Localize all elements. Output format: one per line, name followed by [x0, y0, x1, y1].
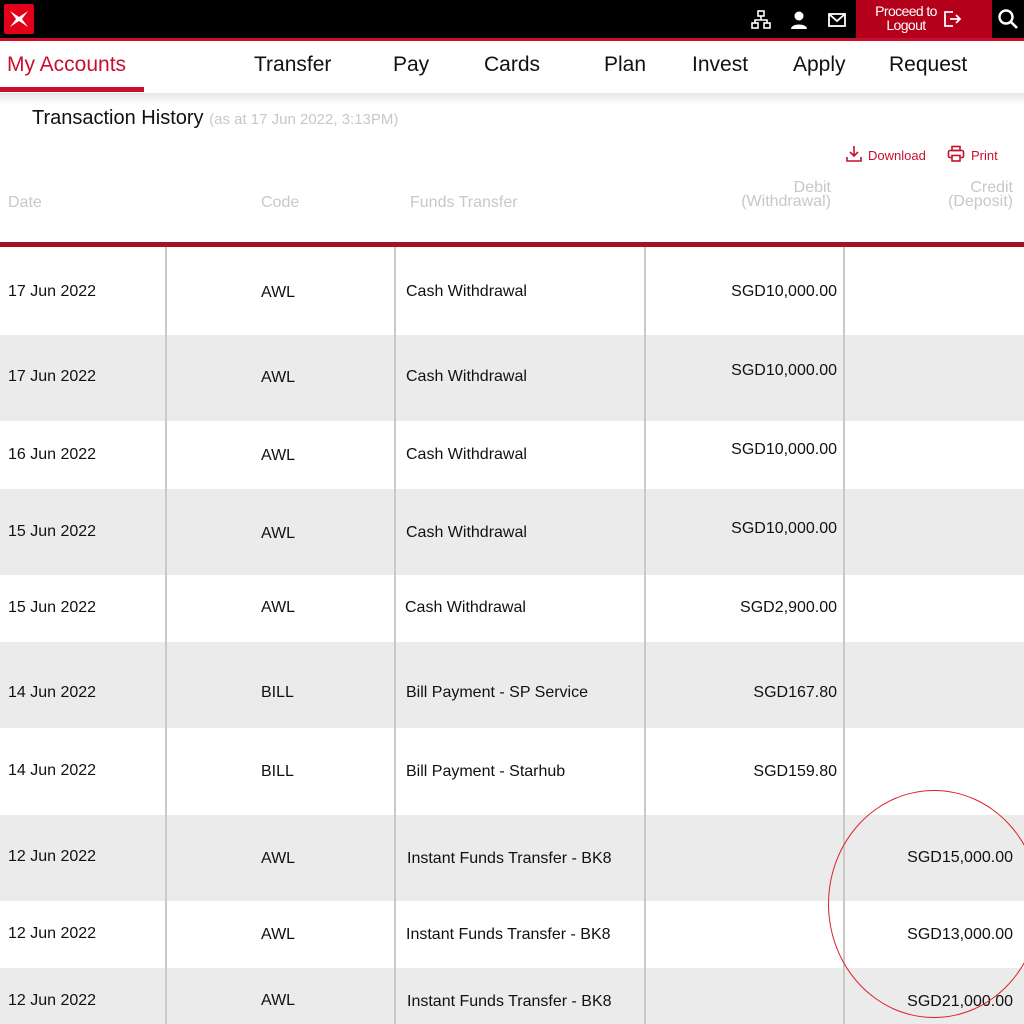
row-description: Instant Funds Transfer - BK8 — [407, 850, 612, 867]
logout-button[interactable]: Proceed to Logout — [856, 0, 992, 38]
table-row[interactable]: 14 Jun 2022 BILL Bill Payment - Starhub … — [0, 728, 1024, 815]
row-description: Cash Withdrawal — [406, 446, 527, 463]
row-description: Bill Payment - Starhub — [406, 763, 566, 780]
row-date: 12 Jun 2022 — [8, 925, 97, 942]
sitemap-icon[interactable] — [750, 9, 772, 31]
active-tab-indicator — [0, 87, 144, 92]
table-row[interactable]: 15 Jun 2022 AWL Cash Withdrawal SGD2,900… — [0, 575, 1024, 642]
row-description: Bill Payment - SP Service — [406, 684, 588, 701]
row-credit: SGD13,000.00 — [907, 926, 1013, 943]
table-row[interactable]: 15 Jun 2022 AWL Cash Withdrawal SGD10,00… — [0, 489, 1024, 575]
row-description: Instant Funds Transfer - BK8 — [406, 926, 611, 943]
row-description: Cash Withdrawal — [405, 599, 526, 616]
table-row[interactable]: 12 Jun 2022 AWL Instant Funds Transfer -… — [0, 968, 1024, 1024]
nav-transfer[interactable]: Transfer — [254, 53, 331, 77]
row-date: 12 Jun 2022 — [8, 992, 97, 1009]
row-code: BILL — [261, 684, 294, 701]
table-row[interactable]: 17 Jun 2022 AWL Cash Withdrawal SGD10,00… — [0, 247, 1024, 335]
row-description: Cash Withdrawal — [406, 524, 527, 541]
row-code: AWL — [261, 599, 296, 616]
row-code: AWL — [261, 992, 296, 1009]
logo-icon[interactable] — [4, 4, 34, 34]
col-header-debit-line2: (Withdrawal) — [741, 193, 831, 210]
search-icon — [998, 9, 1018, 29]
col-header-debit[interactable]: Debit (Withdrawal) — [741, 180, 831, 210]
table-row[interactable]: 16 Jun 2022 AWL Cash Withdrawal SGD10,00… — [0, 421, 1024, 489]
column-divider — [843, 247, 845, 1024]
nav-my-accounts[interactable]: My Accounts — [7, 53, 126, 77]
nav-shadow — [0, 93, 1024, 105]
row-credit: SGD21,000.00 — [907, 993, 1013, 1010]
col-header-credit-line2: (Deposit) — [948, 193, 1013, 210]
column-divider — [644, 247, 646, 1024]
nav-cards[interactable]: Cards — [484, 53, 540, 77]
print-button[interactable]: Print — [947, 145, 998, 163]
column-divider — [165, 247, 167, 1024]
row-description: Instant Funds Transfer - BK8 — [407, 993, 612, 1010]
row-date: 14 Jun 2022 — [8, 762, 97, 779]
mail-icon[interactable] — [826, 9, 848, 31]
col-header-code[interactable]: Code — [261, 195, 299, 211]
download-button[interactable]: Download — [846, 145, 926, 163]
table-row[interactable]: 17 Jun 2022 AWL Cash Withdrawal SGD10,00… — [0, 335, 1024, 421]
col-header-credit[interactable]: Credit (Deposit) — [948, 180, 1013, 210]
download-label: Download — [868, 148, 926, 163]
logout-icon — [942, 9, 962, 34]
nav-request[interactable]: Request — [889, 53, 967, 77]
row-debit: SGD2,900.00 — [740, 599, 837, 616]
row-code: AWL — [261, 284, 296, 301]
transactions-table: 17 Jun 2022 AWL Cash Withdrawal SGD10,00… — [0, 247, 1024, 1024]
row-code: BILL — [261, 763, 294, 780]
col-header-description[interactable]: Funds Transfer — [410, 195, 518, 211]
row-date: 16 Jun 2022 — [8, 446, 97, 463]
row-code: AWL — [261, 926, 296, 943]
row-code: AWL — [261, 369, 296, 386]
nav-plan[interactable]: Plan — [604, 53, 646, 77]
nav-pay[interactable]: Pay — [393, 53, 429, 77]
row-date: 12 Jun 2022 — [8, 848, 97, 865]
row-date: 15 Jun 2022 — [8, 599, 97, 616]
page-title-text: Transaction History — [32, 107, 204, 129]
search-button[interactable] — [992, 0, 1024, 38]
row-debit: SGD10,000.00 — [731, 520, 837, 537]
row-debit: SGD167.80 — [753, 684, 837, 701]
top-bar: Proceed to Logout — [0, 0, 1024, 38]
print-icon — [947, 145, 965, 162]
row-date: 17 Jun 2022 — [8, 368, 97, 385]
row-date: 17 Jun 2022 — [8, 283, 97, 300]
row-date: 14 Jun 2022 — [8, 684, 97, 701]
row-description: Cash Withdrawal — [406, 368, 527, 385]
user-icon[interactable] — [788, 9, 810, 31]
row-code: AWL — [261, 447, 296, 464]
nav-invest[interactable]: Invest — [692, 53, 748, 77]
logout-label: Proceed to Logout — [875, 3, 937, 33]
row-code: AWL — [261, 850, 296, 867]
row-debit: SGD10,000.00 — [731, 362, 837, 379]
page-title: Transaction History (as at 17 Jun 2022, … — [32, 107, 398, 130]
table-row[interactable]: 12 Jun 2022 AWL Instant Funds Transfer -… — [0, 901, 1024, 968]
row-date: 15 Jun 2022 — [8, 523, 97, 540]
table-row[interactable]: 14 Jun 2022 BILL Bill Payment - SP Servi… — [0, 642, 1024, 728]
download-icon — [846, 146, 862, 162]
row-debit: SGD10,000.00 — [731, 283, 837, 300]
print-label: Print — [971, 148, 998, 163]
nav-apply[interactable]: Apply — [793, 53, 846, 77]
row-debit: SGD159.80 — [753, 763, 837, 780]
table-row[interactable]: 12 Jun 2022 AWL Instant Funds Transfer -… — [0, 815, 1024, 901]
row-debit: SGD10,000.00 — [731, 441, 837, 458]
column-divider — [394, 247, 396, 1024]
row-description: Cash Withdrawal — [406, 283, 527, 300]
row-code: AWL — [261, 525, 296, 542]
col-header-date[interactable]: Date — [8, 195, 42, 211]
main-nav: My Accounts Transfer Pay Cards Plan Inve… — [0, 41, 1024, 93]
row-credit: SGD15,000.00 — [907, 849, 1013, 866]
page-subtitle: (as at 17 Jun 2022, 3:13PM) — [209, 111, 399, 128]
